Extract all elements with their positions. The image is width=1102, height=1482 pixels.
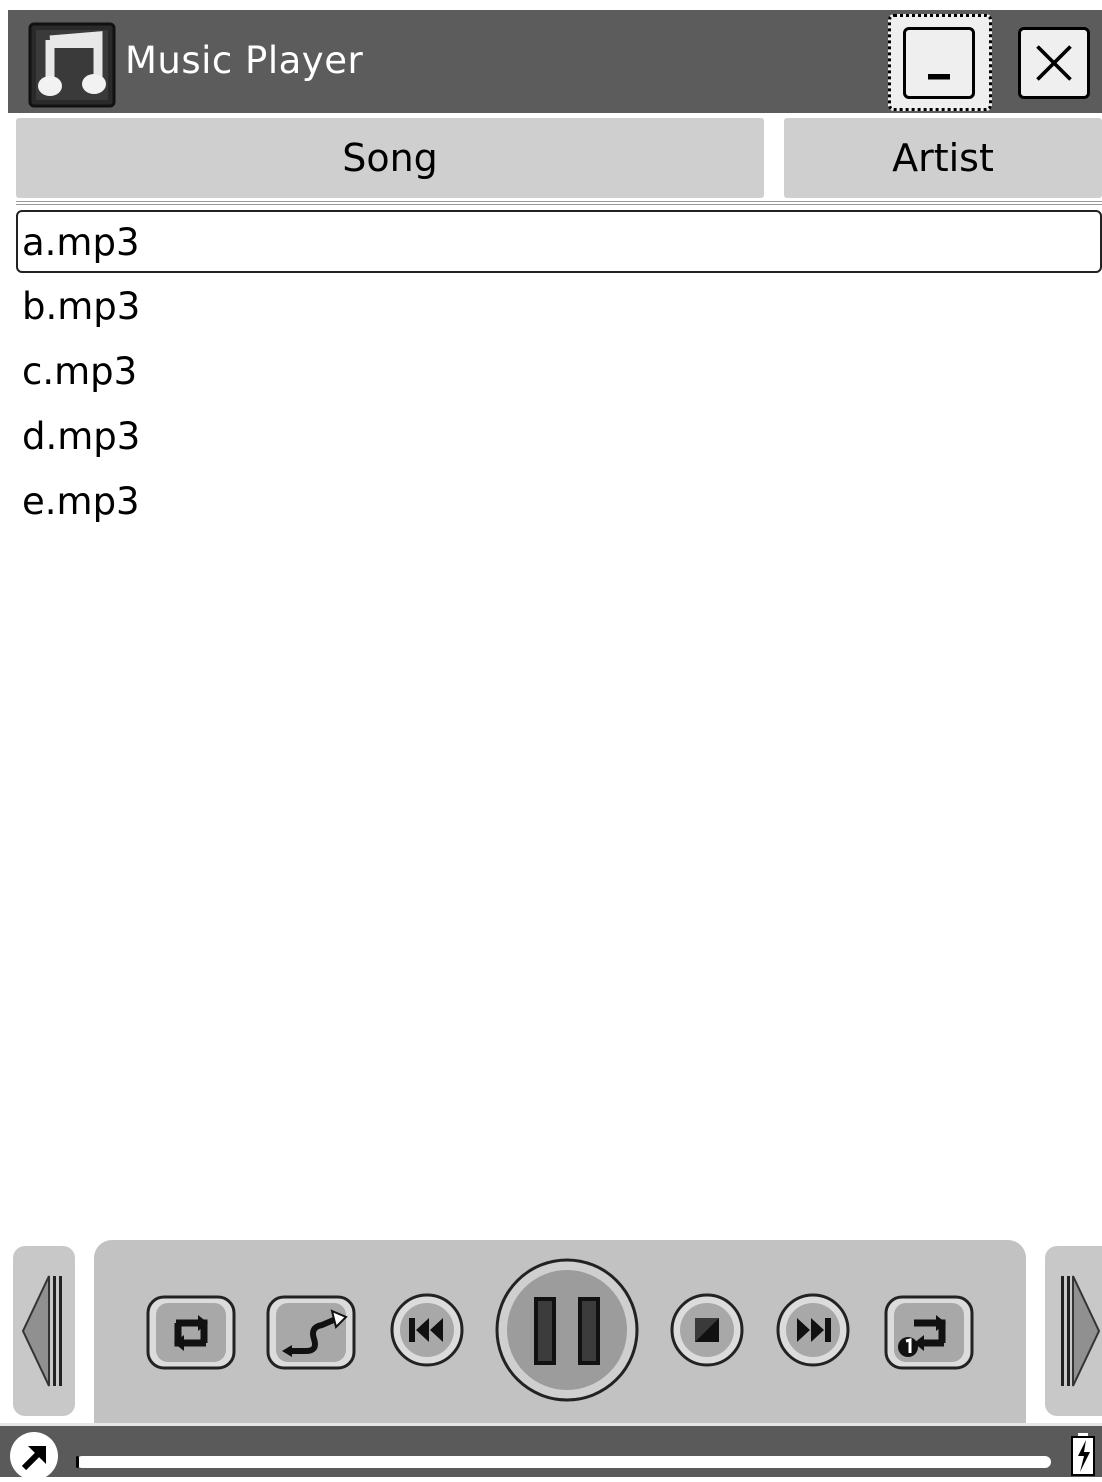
- song-list: a.mp3 b.mp3 c.mp3 d.mp3 e.mp3: [16, 210, 1102, 533]
- song-item-b[interactable]: b.mp3: [16, 274, 1102, 338]
- repeat-one-icon: [884, 1295, 974, 1370]
- music-note-icon: [28, 22, 116, 108]
- header-divider: [16, 201, 1102, 205]
- artist-column-header[interactable]: Artist: [784, 118, 1102, 198]
- scroll-right-icon: [1061, 1275, 1101, 1387]
- artist-column-label: Artist: [892, 136, 994, 180]
- close-button[interactable]: [1018, 27, 1090, 99]
- stop-button[interactable]: [669, 1292, 745, 1368]
- song-item-c[interactable]: c.mp3: [16, 339, 1102, 403]
- song-column-label: Song: [342, 136, 438, 180]
- progress-fill: [76, 1456, 79, 1468]
- window-title: Music Player: [125, 39, 364, 82]
- song-item-e[interactable]: e.mp3: [16, 469, 1102, 533]
- launcher-arrow-icon[interactable]: [4, 1432, 66, 1480]
- status-bar: [0, 1423, 1102, 1480]
- song-item-a[interactable]: a.mp3: [16, 210, 1102, 273]
- player-controls-panel: [94, 1240, 1026, 1425]
- previous-track-button[interactable]: [389, 1292, 465, 1368]
- previous-track-icon: [390, 1293, 464, 1367]
- repeat-all-icon: [146, 1295, 236, 1370]
- battery-charging-icon: [1070, 1432, 1096, 1476]
- stop-icon: [670, 1293, 744, 1367]
- scroll-right-button[interactable]: [1045, 1246, 1102, 1416]
- repeat-one-button[interactable]: [884, 1295, 974, 1370]
- next-track-button[interactable]: [775, 1292, 851, 1368]
- shuffle-icon: [266, 1295, 356, 1370]
- close-icon: [1036, 45, 1072, 81]
- pause-icon: [495, 1258, 639, 1402]
- scroll-left-icon: [21, 1275, 62, 1387]
- song-name: e.mp3: [22, 480, 140, 523]
- title-bar: Music Player: [8, 10, 1102, 113]
- song-name: c.mp3: [22, 350, 138, 393]
- pause-button[interactable]: [494, 1257, 640, 1403]
- song-name: d.mp3: [22, 415, 141, 458]
- minimize-button[interactable]: [903, 27, 975, 99]
- song-name: a.mp3: [22, 221, 140, 264]
- repeat-all-button[interactable]: [146, 1295, 236, 1370]
- shuffle-button[interactable]: [266, 1295, 356, 1370]
- song-name: b.mp3: [22, 285, 141, 328]
- song-item-d[interactable]: d.mp3: [16, 404, 1102, 468]
- song-column-header[interactable]: Song: [16, 118, 764, 198]
- next-track-icon: [776, 1293, 850, 1367]
- playback-progress-bar[interactable]: [76, 1456, 1051, 1468]
- scroll-left-button[interactable]: [13, 1246, 75, 1416]
- minimize-icon: [928, 74, 950, 80]
